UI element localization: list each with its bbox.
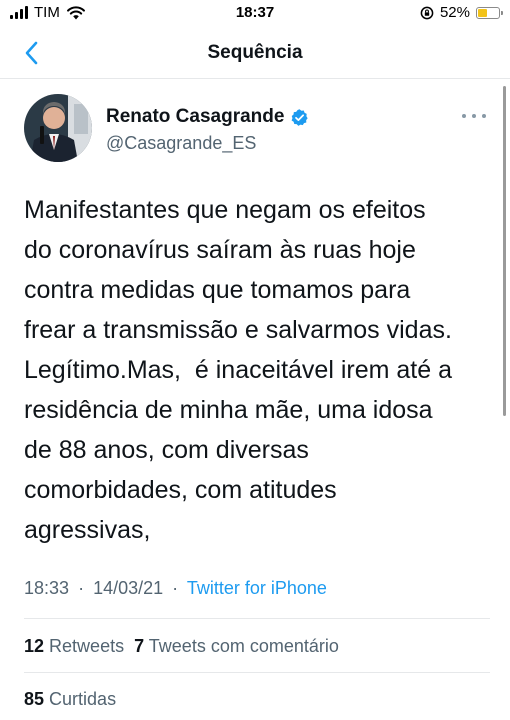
author-handle[interactable]: @Casagrande_ES [106, 133, 256, 154]
tweet-date: 14/03/21 [93, 578, 164, 598]
status-bar: TIM 18:37 52% [0, 0, 510, 30]
battery-fill [478, 8, 488, 17]
divider [24, 618, 490, 619]
rotation-lock-icon [420, 6, 434, 19]
battery-percent: 52% [439, 4, 470, 21]
quote-tweets-count: 7 [134, 636, 145, 656]
author-name[interactable]: Renato Casagrande [106, 106, 309, 128]
quote-tweets-label: Tweets com comentário [148, 636, 339, 656]
avatar[interactable] [24, 94, 92, 162]
retweets-label: Retweets [49, 636, 125, 656]
tweet-source-link[interactable]: Twitter for iPhone [187, 578, 327, 598]
page-title: Sequência [207, 42, 303, 63]
tweet-text: Manifestantes que negam os efeitos do co… [24, 196, 452, 544]
tweet-time: 18:33 [24, 578, 70, 598]
likes-link[interactable]: 85 Curtidas [24, 689, 116, 710]
divider [24, 672, 490, 673]
retweets-count: 12 [24, 636, 45, 656]
meta-separator: · [78, 578, 85, 598]
likes-count: 85 [24, 689, 45, 709]
retweets-link[interactable]: 12 Retweets [24, 636, 124, 656]
status-right: 52% [420, 4, 503, 21]
navigation-bar: Sequência [0, 30, 510, 79]
verified-badge-icon [292, 108, 309, 126]
battery-icon [476, 6, 503, 19]
quote-tweets-link[interactable]: 7 Tweets com comentário [134, 636, 339, 656]
more-options-icon[interactable] [462, 110, 486, 122]
likes-label: Curtidas [49, 689, 117, 709]
retweet-stats: 12 Retweets 7 Tweets com comentário [24, 636, 339, 657]
tweet-meta: 18:33 · 14/03/21 · Twitter for iPhone [24, 578, 327, 599]
author-name-text: Renato Casagrande [106, 106, 285, 127]
meta-separator: · [172, 578, 179, 598]
profile-photo [24, 94, 92, 162]
